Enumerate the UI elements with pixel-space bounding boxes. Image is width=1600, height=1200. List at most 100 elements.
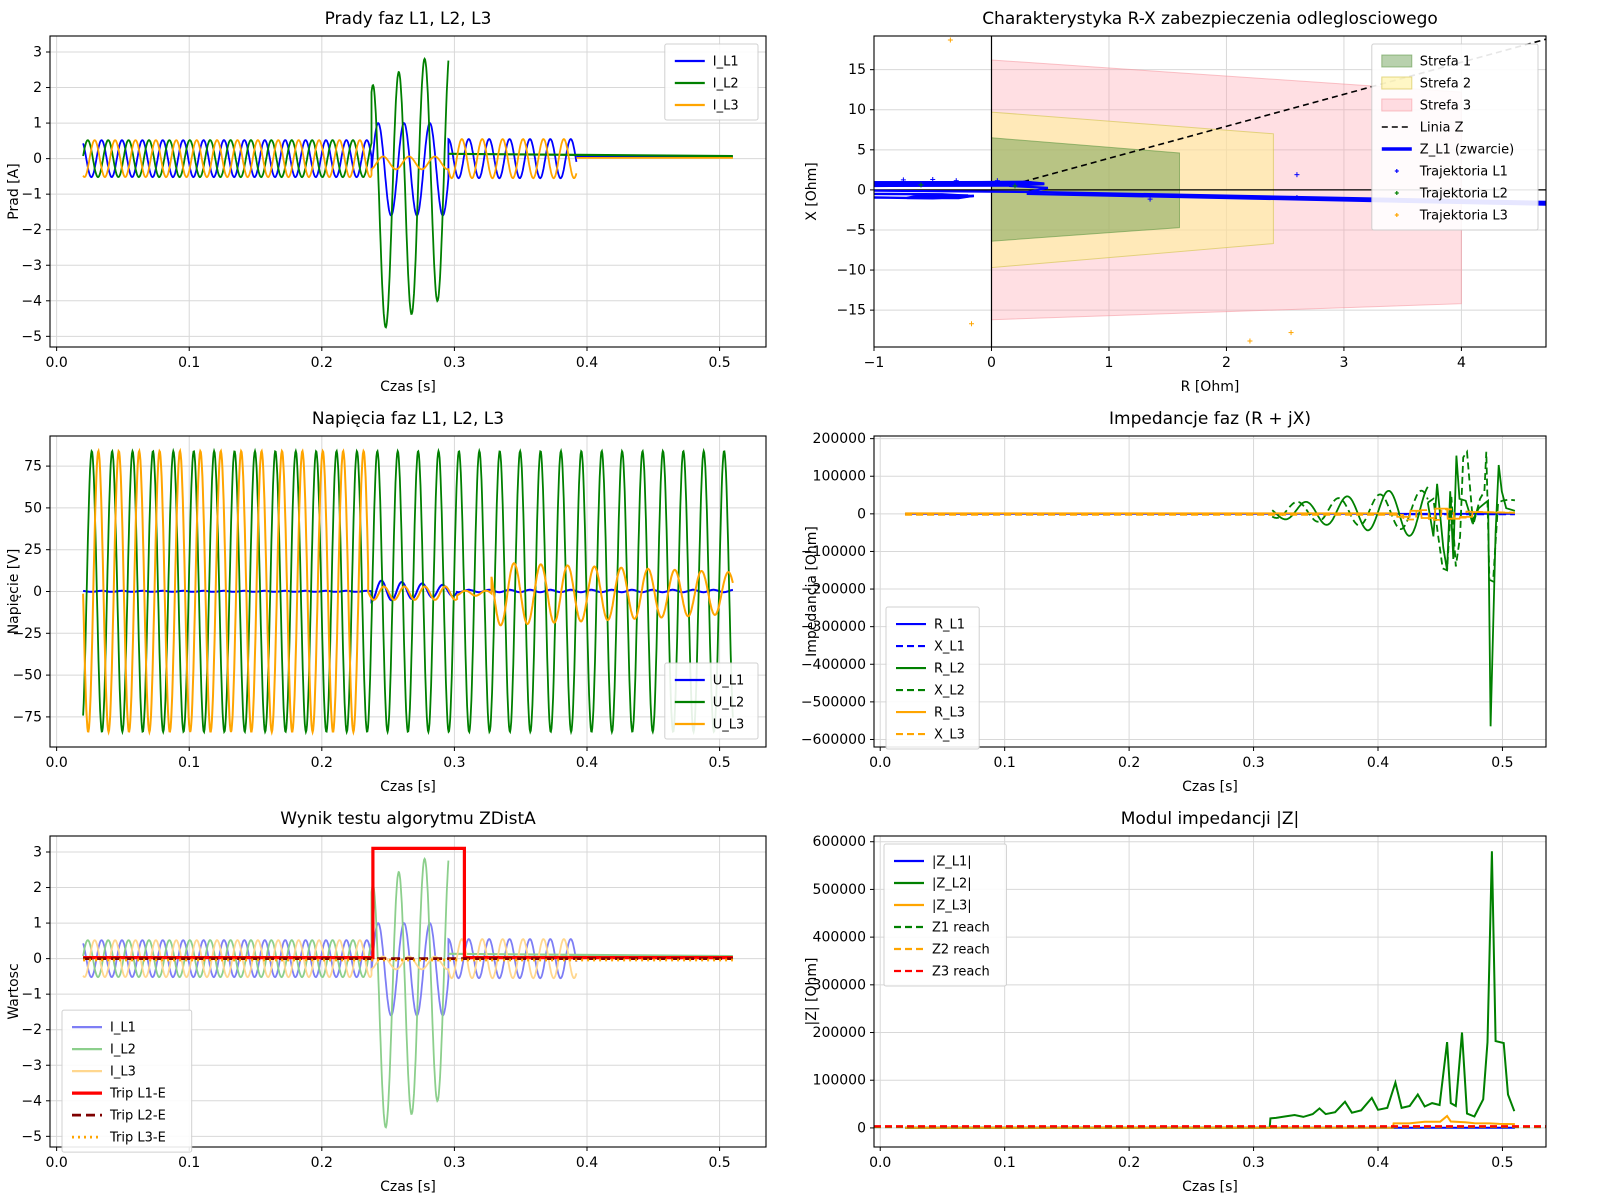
legend-label: I_L3 [713,99,739,114]
x-tick-label: 0.1 [178,355,200,371]
legend-label: U_L3 [713,718,745,733]
legend-label: Trajektoria L2 [1419,187,1508,202]
y-tick-label: 500000 [813,882,866,898]
x-tick-label: 0 [987,355,996,371]
figure-grid: 0.00.10.20.30.40.53210−1−2−3−4−5Prady fa… [0,0,1600,1200]
y-tick-label: 100000 [813,1073,866,1089]
y-tick-label: −15 [836,303,866,319]
series-I_L2_tail [448,954,733,956]
y-tick-label: 200000 [813,431,866,447]
y-tick-label: 400000 [813,930,866,946]
legend-label: I_L2 [110,1043,136,1058]
series-I_L2_tail [448,154,733,156]
legend-label: Trajektoria L1 [1419,165,1508,180]
legend: I_L1I_L2I_L3 [665,44,758,120]
y-tick-label: 10 [848,102,866,118]
chart-impedancje-cell: 0.00.10.20.30.40.52000001000000−100000−2… [800,400,1600,800]
legend-label: X_L3 [934,728,965,743]
x-tick-label: 0.0 [45,755,67,771]
y-tick-label: 600000 [813,834,866,850]
x-tick-label: 0.1 [178,755,200,771]
x-tick-label: 0.0 [869,755,891,771]
x-tick-label: 0.5 [1491,755,1513,771]
y-axis-label: X [Ohm] [804,162,820,221]
legend-label: X_L2 [934,684,965,699]
legend-label: Trip L3-E [109,1131,166,1146]
chart-napiecia-cell: 0.00.10.20.30.40.57550250−25−50−75Napięc… [0,400,800,800]
y-tick-label: 1 [33,116,42,132]
legend-label: |Z_L3| [932,899,972,914]
x-tick-label: 0.1 [178,1155,200,1171]
x-tick-label: 1 [1105,355,1114,371]
legend-label: I_L1 [713,55,739,70]
x-tick-label: 4 [1457,355,1466,371]
y-tick-label: 75 [24,459,42,475]
x-tick-label: 0.0 [869,1155,891,1171]
x-tick-label: 0.1 [994,1155,1016,1171]
legend-label: |Z_L2| [932,877,972,892]
x-tick-label: 0.3 [443,1155,465,1171]
x-tick-label: 0.5 [708,355,730,371]
x-tick-label: 3 [1339,355,1348,371]
chart-title: Charakterystyka R-X zabezpieczenia odleg… [982,9,1438,29]
chart-zdista: 0.00.10.20.30.40.53210−1−2−3−4−5Wynik te… [0,800,800,1200]
legend-label: Trip L1-E [109,1087,166,1102]
x-tick-label: −1 [864,355,885,371]
y-tick-label: 0 [857,506,866,522]
legend-label: |Z_L1| [932,855,972,870]
x-axis-label: Czas [s] [1182,1179,1238,1195]
legend-label: U_L1 [713,674,745,689]
chart-napiecia: 0.00.10.20.30.40.57550250−25−50−75Napięc… [0,400,800,800]
legend-label: Strefa 2 [1420,77,1471,92]
chart-impedancje: 0.00.10.20.30.40.52000001000000−100000−2… [800,400,1600,800]
y-tick-label: 0 [33,151,42,167]
y-tick-label: −4 [21,293,42,309]
y-tick-label: −1 [21,187,42,203]
legend-label: Linia Z [1420,121,1464,136]
x-tick-label: 2 [1222,355,1231,371]
chart-modul: 0.00.10.20.30.40.50100000200000300000400… [800,800,1600,1200]
legend-label: Z_L1 (zwarcie) [1420,143,1514,158]
legend-label: Strefa 3 [1420,99,1471,114]
y-axis-label: Wartosc [6,963,22,1019]
y-tick-label: −5 [21,329,42,345]
series-I_L1 [83,123,576,215]
x-tick-label: 0.4 [1367,1155,1389,1171]
x-tick-label: 0.4 [576,355,598,371]
legend-label: Z1 reach [932,921,990,936]
y-tick-label: 3 [33,44,42,60]
chart-prady-cell: 0.00.10.20.30.40.53210−1−2−3−4−5Prady fa… [0,0,800,400]
y-tick-label: 0 [33,951,42,967]
series-R_L2 [1272,487,1428,536]
y-tick-label: 50 [24,500,42,516]
legend-label: Strefa 1 [1420,55,1471,70]
y-tick-label: 5 [857,142,866,158]
y-tick-label: −4 [21,1093,42,1109]
x-axis-label: Czas [s] [1182,779,1238,795]
legend-box [1372,44,1538,230]
y-tick-label: −5 [845,222,866,238]
y-tick-label: 2 [33,80,42,96]
legend-label: R_L1 [934,618,965,633]
y-axis-label: Prad [A] [6,163,22,219]
legend-label: U_L2 [713,696,745,711]
y-tick-label: 0 [857,182,866,198]
y-tick-label: −5 [21,1129,42,1145]
series [83,59,733,328]
y-tick-label: −500000 [801,694,866,710]
x-tick-label: 0.0 [45,355,67,371]
series-I_L2 [83,59,448,328]
x-tick-label: 0.3 [443,755,465,771]
series-I_L1 [83,923,576,1015]
y-tick-label: −10 [836,263,866,279]
y-tick-label: −3 [21,258,42,274]
y-tick-label: 100000 [813,469,866,485]
x-tick-label: 0.3 [443,355,465,371]
x-tick-label: 0.2 [1118,755,1140,771]
legend-label: R_L2 [934,662,965,677]
legend: Strefa 1 Strefa 2 Strefa 3 Linia Z Z_L1 (zwa… [1372,44,1538,230]
y-tick-label: 3 [33,844,42,860]
x-tick-label: 0.5 [708,755,730,771]
x-tick-label: 0.1 [994,755,1016,771]
y-axis-label: |Z| [Ohm] [804,958,820,1026]
